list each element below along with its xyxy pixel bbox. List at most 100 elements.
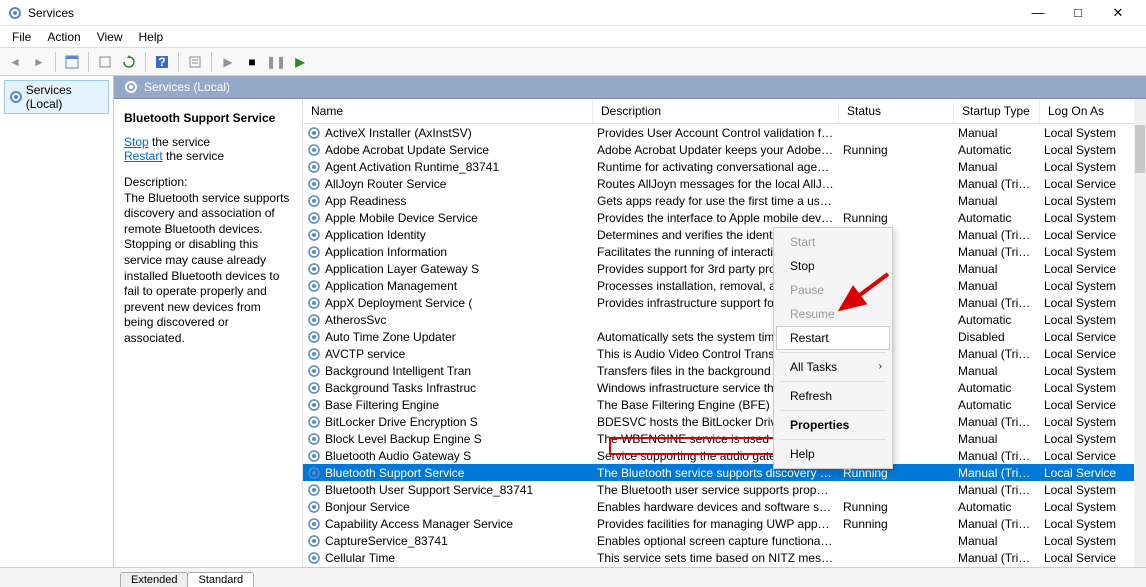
cell-logon: Local Service (1040, 262, 1146, 276)
table-row[interactable]: Block Level Backup Engine SThe WBENGINE … (303, 430, 1146, 447)
table-row[interactable]: Application Layer Gateway SProvides supp… (303, 260, 1146, 277)
table-row[interactable]: Application InformationFacilitates the r… (303, 243, 1146, 260)
close-button[interactable]: ✕ (1098, 0, 1138, 26)
table-row[interactable]: Bluetooth Audio Gateway SService support… (303, 447, 1146, 464)
ctx-stop[interactable]: Stop (776, 254, 890, 278)
cell-startup: Manual (954, 432, 1040, 446)
refresh-button[interactable] (118, 51, 140, 73)
cell-startup: Manual (Trigg... (954, 551, 1040, 565)
menu-file[interactable]: File (4, 28, 39, 46)
col-status[interactable]: Status (839, 99, 954, 123)
cell-name: Agent Activation Runtime_83741 (303, 160, 593, 174)
cell-description: This service sets time based on NITZ mes… (593, 551, 839, 565)
menu-bar: File Action View Help (0, 26, 1146, 48)
cell-logon: Local System (1040, 364, 1146, 378)
scrollbar-thumb[interactable] (1135, 125, 1145, 173)
table-row[interactable]: Apple Mobile Device ServiceProvides the … (303, 209, 1146, 226)
table-row[interactable]: Background Tasks InfrastrucWindows infra… (303, 379, 1146, 396)
tree-node-services-local[interactable]: Services (Local) (4, 80, 109, 114)
table-row[interactable]: Base Filtering EngineThe Base Filtering … (303, 396, 1146, 413)
service-icon (307, 483, 321, 497)
cell-startup: Manual (954, 534, 1040, 548)
table-row[interactable]: AllJoyn Router ServiceRoutes AllJoyn mes… (303, 175, 1146, 192)
start-service-button[interactable]: ▶ (217, 51, 239, 73)
col-description[interactable]: Description (593, 99, 839, 123)
ctx-all-tasks[interactable]: All Tasks› (776, 355, 890, 379)
cell-startup: Manual (Trigg... (954, 228, 1040, 242)
stop-service-button[interactable]: ■ (241, 51, 263, 73)
ctx-help[interactable]: Help (776, 442, 890, 466)
back-button[interactable]: ◄ (4, 51, 26, 73)
ctx-properties[interactable]: Properties (776, 413, 890, 437)
vertical-scrollbar[interactable] (1134, 99, 1146, 567)
restart-service-link[interactable]: Restart (124, 149, 163, 163)
table-row[interactable]: Bonjour ServiceEnables hardware devices … (303, 498, 1146, 515)
ctx-start: Start (776, 230, 890, 254)
cell-description: Adobe Acrobat Updater keeps your Adobe s… (593, 143, 839, 157)
menu-view[interactable]: View (89, 28, 131, 46)
col-name[interactable]: Name (303, 99, 593, 123)
service-icon (307, 534, 321, 548)
ctx-refresh[interactable]: Refresh (776, 384, 890, 408)
cell-logon: Local Service (1040, 449, 1146, 463)
cell-startup: Manual (Trigg... (954, 415, 1040, 429)
table-row[interactable]: Application ManagementProcesses installa… (303, 277, 1146, 294)
table-row[interactable]: AppX Deployment Service (Provides infras… (303, 294, 1146, 311)
cell-logon: Local Service (1040, 466, 1146, 480)
service-icon (307, 160, 321, 174)
service-icon (307, 449, 321, 463)
toolbar: ◄ ► ? ▶ ■ ❚❚ ▶ (0, 48, 1146, 76)
cell-logon: Local System (1040, 194, 1146, 208)
service-icon (307, 551, 321, 565)
table-row[interactable]: Agent Activation Runtime_83741Runtime fo… (303, 158, 1146, 175)
table-row[interactable]: App ReadinessGets apps ready for use the… (303, 192, 1146, 209)
service-icon (307, 211, 321, 225)
table-row[interactable]: Cellular TimeThis service sets time base… (303, 549, 1146, 566)
col-startup[interactable]: Startup Type (954, 99, 1040, 123)
table-row[interactable]: Auto Time Zone UpdaterAutomatically sets… (303, 328, 1146, 345)
table-row[interactable]: CaptureService_83741Enables optional scr… (303, 532, 1146, 549)
cell-logon: Local System (1040, 143, 1146, 157)
table-row[interactable]: Background Intelligent TranTransfers fil… (303, 362, 1146, 379)
cell-startup: Manual (Trigg... (954, 466, 1040, 480)
export-button[interactable] (94, 51, 116, 73)
table-row[interactable]: BitLocker Drive Encryption SBDESVC hosts… (303, 413, 1146, 430)
restart-service-button[interactable]: ▶ (289, 51, 311, 73)
table-row[interactable]: ActiveX Installer (AxInstSV)Provides Use… (303, 124, 1146, 141)
band-header: Services (Local) (114, 76, 1146, 99)
table-row[interactable]: Bluetooth User Support Service_83741The … (303, 481, 1146, 498)
cell-description: Gets apps ready for use the first time a… (593, 194, 839, 208)
help-button[interactable]: ? (151, 51, 173, 73)
forward-button[interactable]: ► (28, 51, 50, 73)
cell-logon: Local System (1040, 296, 1146, 310)
menu-help[interactable]: Help (131, 28, 172, 46)
svg-text:?: ? (158, 55, 165, 69)
cell-name: Block Level Backup Engine S (303, 432, 593, 446)
service-icon (307, 194, 321, 208)
table-row[interactable]: Application IdentityDetermines and verif… (303, 226, 1146, 243)
restart-suffix: the service (163, 149, 224, 163)
properties-button[interactable] (184, 51, 206, 73)
table-row[interactable]: AVCTP serviceThis is Audio Video Control… (303, 345, 1146, 362)
service-icon (307, 330, 321, 344)
show-hide-tree-button[interactable] (61, 51, 83, 73)
minimize-button[interactable]: — (1018, 0, 1058, 26)
table-row[interactable]: Capability Access Manager ServiceProvide… (303, 515, 1146, 532)
stop-service-link[interactable]: Stop (124, 135, 149, 149)
service-icon (307, 313, 321, 327)
cell-startup: Manual (Trigg... (954, 347, 1040, 361)
menu-action[interactable]: Action (39, 28, 88, 46)
cell-name: App Readiness (303, 194, 593, 208)
cell-logon: Local Service (1040, 347, 1146, 361)
cell-name: Bluetooth Support Service (303, 466, 593, 480)
service-icon (307, 432, 321, 446)
ctx-restart[interactable]: Restart (776, 326, 890, 350)
table-row[interactable]: Adobe Acrobat Update ServiceAdobe Acroba… (303, 141, 1146, 158)
pause-service-button[interactable]: ❚❚ (265, 51, 287, 73)
maximize-button[interactable]: □ (1058, 0, 1098, 26)
cell-status: Running (839, 143, 954, 157)
service-icon (307, 398, 321, 412)
col-logon[interactable]: Log On As (1040, 99, 1146, 123)
table-row[interactable]: AtherosSvcRunningAutomaticLocal System (303, 311, 1146, 328)
table-row[interactable]: Bluetooth Support ServiceThe Bluetooth s… (303, 464, 1146, 481)
